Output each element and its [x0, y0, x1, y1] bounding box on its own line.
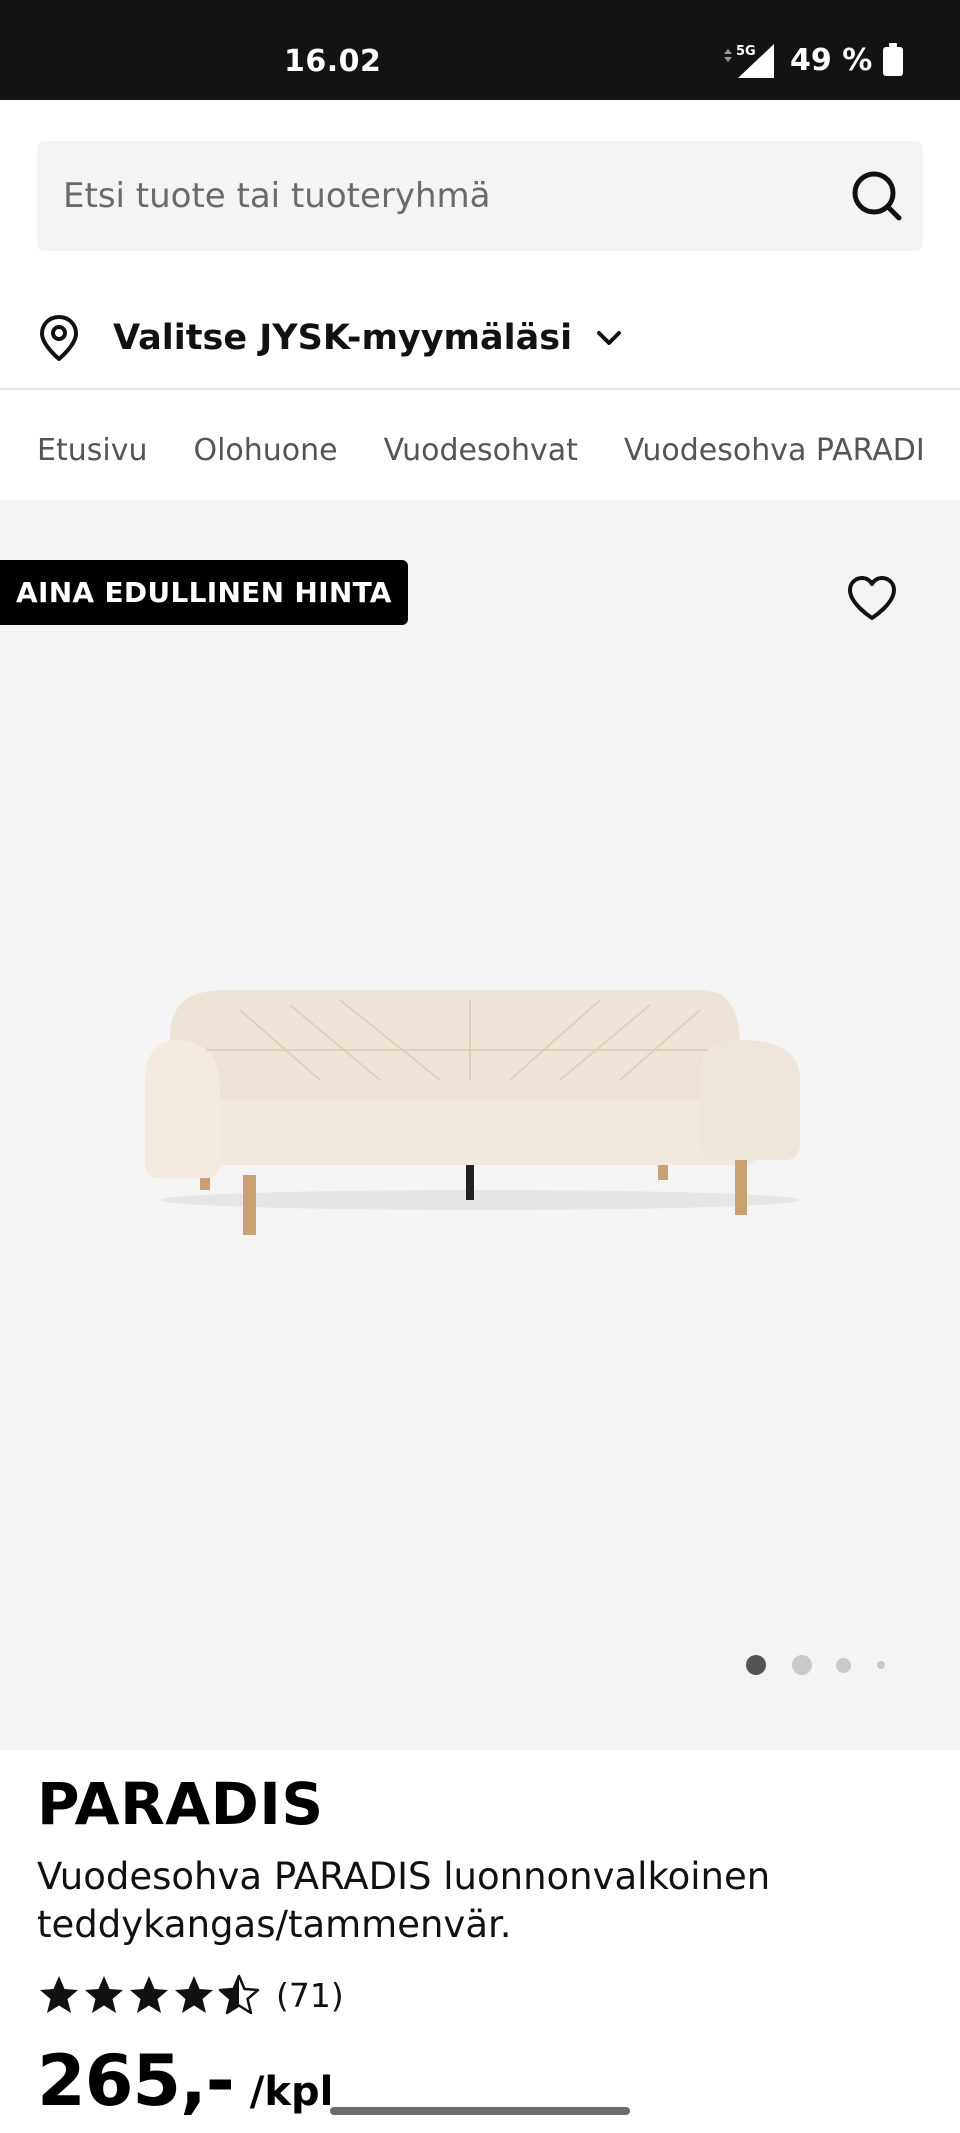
signal-5g-icon: 5G — [724, 44, 774, 78]
network-label: 5G — [736, 44, 756, 59]
review-count: (71) — [276, 1975, 344, 2015]
battery-icon — [883, 43, 904, 76]
pagination-dot[interactable] — [792, 1655, 812, 1675]
star-half-icon — [218, 1974, 260, 2015]
product-image-sofa — [145, 990, 800, 1235]
product-gallery[interactable]: AINA EDULLINEN HINTA — [0, 500, 960, 1750]
status-time: 16.02 — [284, 44, 382, 79]
divider — [0, 388, 960, 390]
status-indicators: 5G 49 % — [722, 40, 904, 80]
battery-percent: 49 % — [790, 42, 873, 78]
search-bar — [37, 141, 923, 251]
pagination-dot-active[interactable] — [746, 1655, 766, 1675]
breadcrumb-item-olohuone[interactable]: Olohuone — [193, 433, 337, 468]
heart-icon[interactable] — [846, 574, 898, 622]
chevron-down-icon — [597, 331, 622, 345]
store-selector-label: Valitse JYSK-myymäläsi — [113, 318, 573, 358]
product-name: Vuodesohva PARADIS luonnonvalkoinen tedd… — [37, 1855, 771, 1946]
map-pin-icon — [40, 315, 78, 361]
breadcrumb: Etusivu Olohuone Vuodesohvat Vuodesohva … — [37, 420, 923, 480]
product-rating[interactable]: (71) — [37, 1970, 344, 2020]
star-filled-icon — [40, 1976, 78, 2013]
star-filled-icon — [130, 1976, 168, 2013]
search-input[interactable] — [63, 141, 823, 251]
status-bar: 16.02 5G 49 % — [0, 0, 960, 100]
product-brand: PARADIS — [37, 1770, 324, 1838]
product-price: 265,- — [37, 2040, 235, 2122]
breadcrumb-item-current: Vuodesohva PARADIS — [623, 432, 923, 468]
home-indicator[interactable] — [330, 2107, 630, 2115]
store-selector[interactable]: Valitse JYSK-myymäläsi — [37, 300, 923, 376]
pagination-dot[interactable] — [836, 1657, 851, 1673]
price-badge: AINA EDULLINEN HINTA — [0, 560, 408, 625]
star-filled-icon — [85, 1976, 123, 2013]
price-unit: /kpl — [249, 2069, 334, 2115]
search-icon[interactable] — [849, 168, 905, 224]
breadcrumb-item-vuodesohvat[interactable]: Vuodesohvat — [384, 433, 578, 468]
star-filled-icon — [175, 1976, 213, 2013]
price-row: 265,- /kpl — [37, 2040, 333, 2122]
breadcrumb-item-etusivu[interactable]: Etusivu — [37, 433, 147, 468]
rating-stars — [37, 1973, 262, 2017]
pagination-dot[interactable] — [877, 1661, 885, 1669]
gallery-pagination — [746, 1655, 885, 1675]
